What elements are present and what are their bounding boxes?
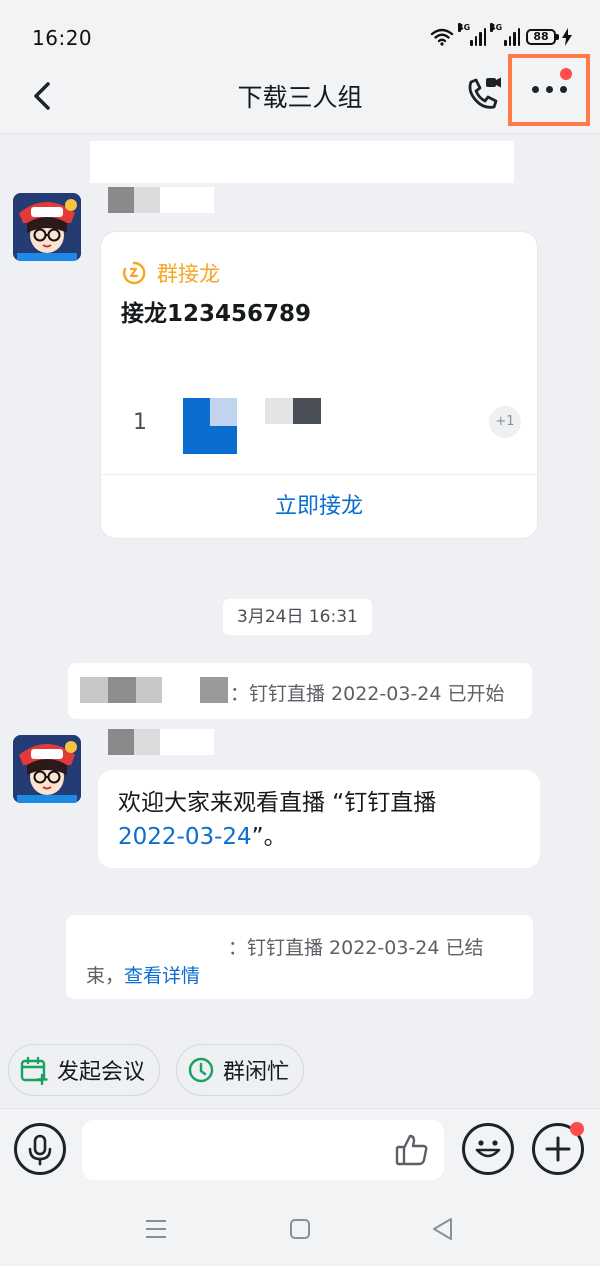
view-details-link[interactable]: 查看详情 [124, 965, 200, 987]
group-availability-chip[interactable]: 群闲忙 [176, 1044, 305, 1096]
phone-video-icon [468, 77, 501, 109]
notification-dot [570, 1122, 584, 1136]
battery-indicator: 88 [526, 29, 559, 45]
message-input[interactable] [82, 1120, 444, 1180]
more-count-badge: +1 [489, 406, 521, 438]
more-horizontal-icon [532, 86, 567, 93]
system-message-live-ended: ：钉钉直播 2022-03-24 已结 束，查看详情 [66, 915, 533, 999]
signal-icon-2: 4G [490, 23, 520, 46]
system-message-text-line2: 束，查看详情 [86, 965, 201, 987]
emoji-button[interactable] [462, 1123, 514, 1175]
message-text-end: ”。 [251, 824, 287, 850]
call-button[interactable] [462, 74, 504, 116]
entry-avatar [183, 398, 237, 454]
message-text: 欢迎大家来观看直播 “钉钉直播 [118, 790, 437, 816]
system-message-text: ：钉钉直播 2022-03-24 已结 [228, 937, 484, 959]
notification-dot [560, 68, 572, 80]
status-icons: 4G 4G 88 [430, 23, 572, 50]
quick-actions: 发起会议 群闲忙 [8, 1044, 305, 1096]
charging-icon [562, 28, 572, 46]
input-bar [0, 1108, 600, 1190]
sender-name-obscured [108, 187, 214, 213]
relay-icon [123, 261, 146, 285]
obscured-message [90, 141, 514, 183]
sender-name-obscured [108, 729, 214, 755]
more-options-button[interactable] [508, 54, 590, 126]
avatar[interactable] [13, 735, 81, 803]
card-tag-label: 群接龙 [157, 262, 220, 286]
group-relay-card[interactable]: 群接龙 接龙123456789 1 +1 立即接龙 [100, 231, 538, 539]
message-list[interactable]: 群接龙 接龙123456789 1 +1 立即接龙 3月24日 16:31 ：钉… [0, 135, 600, 1025]
chat-header: 下载三人组 [0, 54, 600, 134]
start-meeting-chip[interactable]: 发起会议 [8, 1044, 161, 1096]
system-nav-bar [0, 1190, 600, 1266]
smile-icon [475, 1140, 501, 1158]
network-type-1: 4G [458, 23, 471, 32]
user-name-obscured [86, 931, 216, 957]
join-relay-button[interactable]: 立即接龙 [101, 474, 537, 540]
back-nav-icon[interactable] [430, 1216, 456, 1242]
timestamp: 3月24日 16:31 [223, 599, 372, 635]
like-button[interactable] [394, 1132, 430, 1172]
avatar[interactable] [13, 193, 81, 261]
calendar-plus-icon [20, 1056, 48, 1085]
live-link[interactable]: 2022-03-24 [118, 824, 252, 850]
card-title: 接龙123456789 [121, 301, 312, 327]
signal-icon-1: 4G [458, 23, 486, 46]
system-message-text: ：钉钉直播 2022-03-24 已开始 [230, 683, 505, 705]
voice-button[interactable] [14, 1123, 66, 1175]
entry-number: 1 [133, 410, 147, 435]
relay-entry: 1 +1 [121, 398, 521, 456]
status-time: 16:20 [32, 26, 93, 50]
menu-icon[interactable] [144, 1218, 168, 1240]
thumbs-up-icon [395, 1134, 428, 1166]
avatar-image [13, 735, 81, 803]
avatar-image [13, 193, 81, 261]
entry-name-obscured [265, 398, 321, 424]
wifi-icon [430, 28, 454, 46]
message-bubble[interactable]: 欢迎大家来观看直播 “钉钉直播 2022-03-24”。 [98, 770, 540, 868]
system-message-live-started: ：钉钉直播 2022-03-24 已开始 [68, 663, 532, 719]
chip-label: 发起会议 [57, 1060, 146, 1085]
status-bar: 16:20 4G 4G 88 [0, 0, 600, 60]
clock-icon [188, 1057, 214, 1083]
user-name-obscured [80, 677, 228, 703]
chip-label: 群闲忙 [223, 1060, 290, 1085]
card-tag: 群接龙 [121, 258, 220, 288]
network-type-2: 4G [490, 23, 503, 32]
home-icon[interactable] [288, 1218, 312, 1240]
microphone-icon [28, 1134, 52, 1166]
